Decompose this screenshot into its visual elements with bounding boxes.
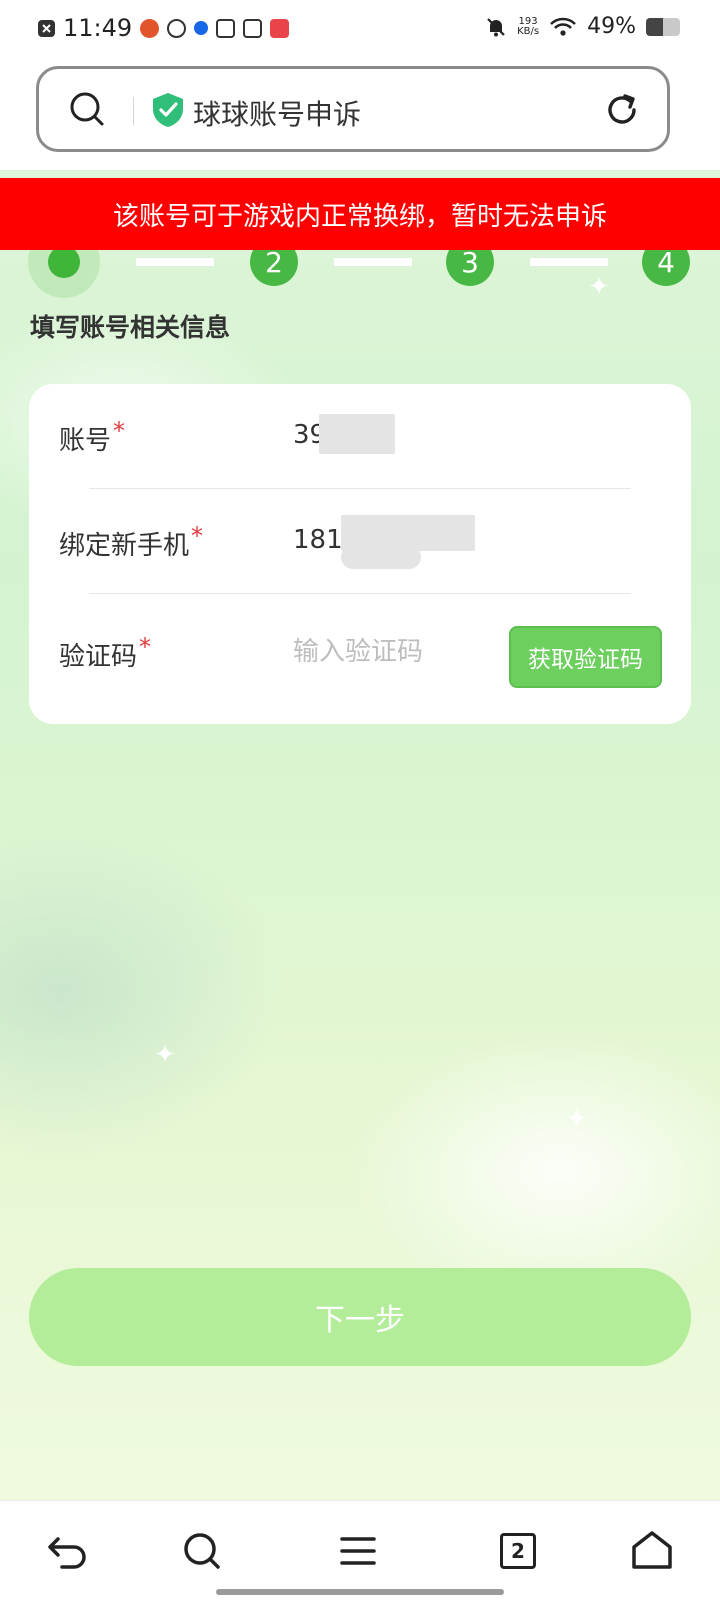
home-icon[interactable] — [628, 1527, 676, 1575]
sparkle-decoration: ✦ — [154, 1040, 176, 1070]
step-connector — [136, 258, 214, 266]
tab-count: 2 — [500, 1533, 536, 1569]
battery-percent: 49% — [587, 14, 636, 39]
network-speed-value: 193 — [518, 15, 538, 27]
network-speed: 193 KB/s — [517, 15, 540, 37]
app-notification-icon — [194, 21, 209, 35]
required-mark: * — [139, 633, 152, 661]
search-icon[interactable] — [69, 91, 105, 127]
code-label-text: 验证码 — [59, 642, 138, 672]
next-step-button[interactable]: 下一步 — [29, 1268, 691, 1366]
step-connector — [334, 258, 412, 266]
bottom-navigation: 2 — [0, 1500, 720, 1600]
status-bar: 11:49 193 KB/s 49% — [0, 0, 720, 58]
get-code-button[interactable]: 获取验证码 — [509, 626, 662, 688]
back-icon[interactable] — [44, 1527, 92, 1575]
step-1-active — [48, 246, 80, 278]
network-speed-unit: KB/s — [517, 25, 540, 37]
address-divider — [133, 97, 134, 125]
wifi-icon — [550, 17, 576, 36]
home-indicator[interactable] — [216, 1589, 504, 1595]
sparkle-decoration: ✦ — [566, 1104, 588, 1134]
menu-icon[interactable] — [334, 1527, 382, 1575]
step-connector — [530, 258, 608, 266]
notification-close-icon — [38, 19, 55, 37]
account-form: 账号* 39 绑定新手机* 1817 验证码* 获取验证码 — [29, 384, 691, 724]
app-notification-icon — [167, 18, 187, 38]
required-mark: * — [191, 522, 204, 550]
phone-label-text: 绑定新手机 — [59, 531, 190, 561]
required-mark: * — [113, 417, 126, 445]
app-notification-icon — [270, 18, 290, 38]
code-label: 验证码* — [59, 633, 152, 673]
search-icon[interactable] — [178, 1527, 226, 1575]
refresh-icon[interactable] — [603, 91, 641, 129]
battery-icon — [646, 17, 680, 36]
phone-label: 绑定新手机* — [59, 522, 204, 562]
address-bar[interactable]: 球球账号申诉 — [36, 66, 670, 152]
status-right: 193 KB/s 49% — [485, 14, 680, 39]
privacy-mask — [341, 545, 421, 569]
tabs-icon[interactable]: 2 — [494, 1527, 542, 1575]
status-left: 11:49 — [38, 14, 290, 42]
battery-fill — [646, 17, 663, 36]
phone-row: 绑定新手机* 1817 — [29, 489, 691, 594]
app-notification-icon — [243, 18, 263, 38]
account-label-text: 账号 — [59, 426, 112, 456]
account-row: 账号* 39 — [29, 384, 691, 489]
shield-check-icon — [153, 93, 183, 127]
app-notification-icon — [216, 18, 236, 38]
status-time: 11:49 — [63, 14, 133, 42]
verification-code-input[interactable] — [293, 634, 493, 670]
privacy-mask — [319, 414, 395, 454]
section-title: 填写账号相关信息 — [30, 313, 231, 342]
warning-banner: 该账号可于游戏内正常换绑，暂时无法申诉 — [0, 178, 720, 250]
page-title[interactable]: 球球账号申诉 — [193, 93, 361, 133]
account-label: 账号* — [59, 417, 126, 457]
app-notification-icon — [140, 18, 160, 38]
mute-bell-icon — [487, 17, 505, 36]
